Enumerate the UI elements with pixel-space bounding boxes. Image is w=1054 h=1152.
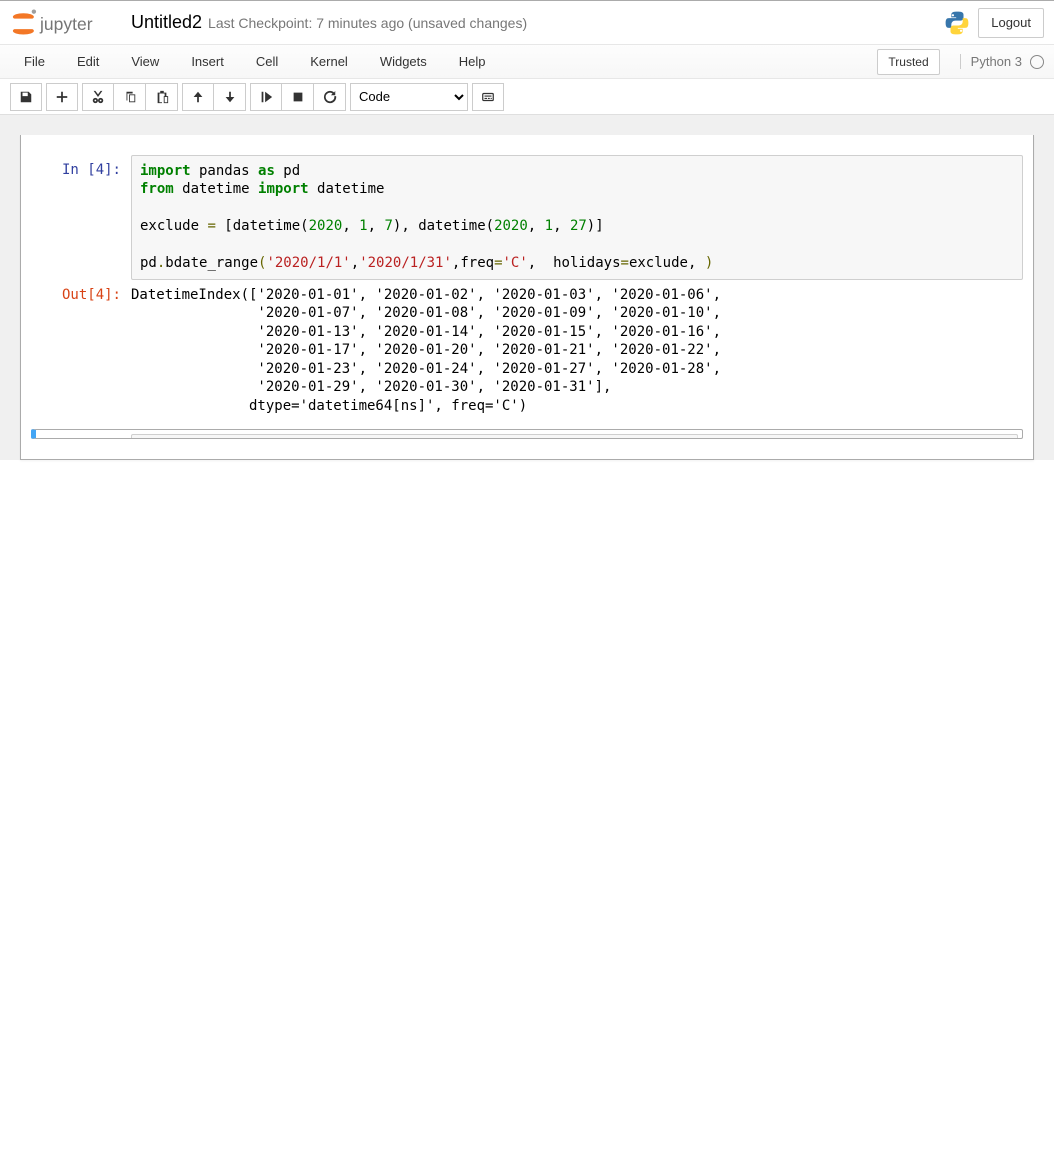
run-button[interactable] xyxy=(250,83,282,111)
out-prompt: Out[4]: xyxy=(31,280,131,310)
copy-button[interactable] xyxy=(114,83,146,111)
menu-help[interactable]: Help xyxy=(443,48,502,75)
code-cell[interactable]: In [4]: import pandas as pd from datetim… xyxy=(31,155,1023,415)
save-button[interactable] xyxy=(10,83,42,111)
notebook-site: In [4]: import pandas as pd from datetim… xyxy=(0,115,1054,460)
menu-file[interactable]: File xyxy=(8,48,61,75)
notebook-header: jupyter Untitled2 Last Checkpoint: 7 min… xyxy=(0,1,1054,45)
in-prompt: In [4]: xyxy=(31,155,131,185)
menu-widgets[interactable]: Widgets xyxy=(364,48,443,75)
menu-view[interactable]: View xyxy=(115,48,175,75)
command-palette-button[interactable] xyxy=(472,83,504,111)
move-down-button[interactable] xyxy=(214,83,246,111)
menu-edit[interactable]: Edit xyxy=(61,48,115,75)
notebook-name[interactable]: Untitled2 xyxy=(131,12,202,33)
menu-bar: FileEditViewInsertCellKernelWidgetsHelp … xyxy=(0,45,1054,79)
trusted-indicator[interactable]: Trusted xyxy=(877,49,939,75)
checkpoint-status: Last Checkpoint: 7 minutes ago (unsaved … xyxy=(208,15,527,31)
cut-button[interactable] xyxy=(82,83,114,111)
code-input-area[interactable]: import pandas as pd from datetime import… xyxy=(131,155,1023,280)
restart-button[interactable] xyxy=(314,83,346,111)
python-logo-icon xyxy=(944,7,970,39)
kernel-indicator[interactable]: Python 3 xyxy=(960,54,1044,69)
notebook-container: In [4]: import pandas as pd from datetim… xyxy=(20,135,1034,460)
cell-output: DatetimeIndex(['2020-01-01', '2020-01-02… xyxy=(131,280,721,415)
code-content[interactable]: import pandas as pd from datetime import… xyxy=(140,162,1014,273)
cell-type-select[interactable]: CodeMarkdownRaw NBConvertHeading xyxy=(350,83,468,111)
kernel-idle-icon xyxy=(1030,55,1044,69)
menu-kernel[interactable]: Kernel xyxy=(294,48,364,75)
in-prompt: In [ ]: xyxy=(36,434,131,439)
interrupt-button[interactable] xyxy=(282,83,314,111)
menu-insert[interactable]: Insert xyxy=(175,48,240,75)
paste-button[interactable] xyxy=(146,83,178,111)
svg-text:jupyter: jupyter xyxy=(39,14,93,34)
jupyter-logo[interactable]: jupyter xyxy=(6,7,123,39)
add-cell-button[interactable] xyxy=(46,83,78,111)
menu-cell[interactable]: Cell xyxy=(240,48,294,75)
code-input-area[interactable] xyxy=(131,434,1018,439)
logout-button[interactable]: Logout xyxy=(978,8,1044,38)
kernel-name-label: Python 3 xyxy=(971,54,1022,69)
code-cell-selected[interactable]: In [ ]: xyxy=(31,429,1023,439)
toolbar: CodeMarkdownRaw NBConvertHeading xyxy=(0,79,1054,115)
move-up-button[interactable] xyxy=(182,83,214,111)
